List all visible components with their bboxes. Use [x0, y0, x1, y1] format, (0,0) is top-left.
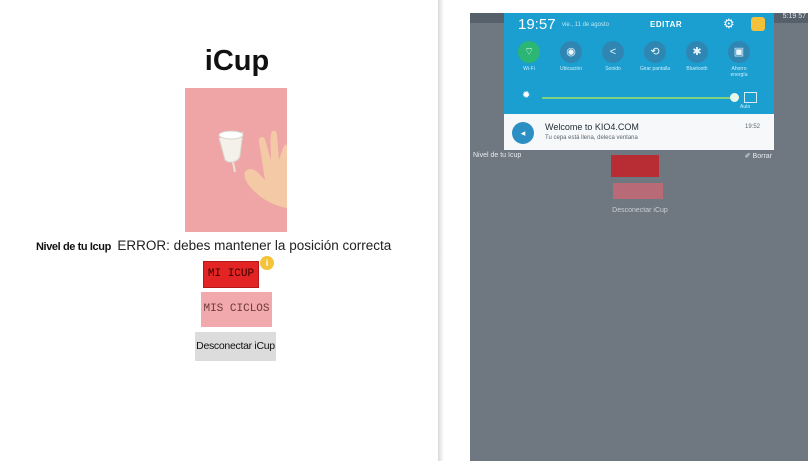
qs-date: vie., 11 de agosto	[562, 22, 609, 28]
panel-divider	[438, 0, 444, 461]
wifi-label: Wi-Fi	[523, 66, 535, 72]
rotate-icon: ⟲	[644, 41, 666, 63]
desconectar-icup-button[interactable]: Desconectar iCup	[195, 332, 276, 361]
sound-tile[interactable]: < Sonido	[597, 41, 629, 81]
app-notification-icon: ◂	[512, 122, 534, 144]
user-avatar-icon[interactable]	[751, 17, 765, 31]
power-saving-tile[interactable]: ▣ Ahorro energía	[723, 41, 755, 81]
info-badge-icon: i	[260, 256, 274, 270]
quick-settings-panel: 19:57 vie., 11 de agosto EDITAR ⚙ ⌔ Wi-F…	[504, 13, 774, 114]
rotate-label: Girar pantalla	[639, 66, 670, 72]
mis-ciclos-button[interactable]: MIS CICLOS	[201, 292, 272, 327]
app-title: iCup	[204, 45, 270, 77]
bluetooth-icon: ✱	[686, 41, 708, 63]
power-saving-label: Ahorro energía	[730, 66, 748, 78]
hand-holding-cup-illustration	[185, 88, 287, 232]
background-app-action: ✐ Borrar	[744, 153, 772, 160]
background-mis-ciclos-button	[613, 183, 663, 199]
brightness-slider-handle[interactable]	[730, 93, 739, 102]
wifi-tile[interactable]: ⌔ Wi-Fi	[513, 41, 545, 81]
background-app-label: Nivel de tu Icup	[473, 152, 522, 159]
notification-time: 19:52	[745, 124, 761, 130]
background-desconectar-button: Desconectar iCup	[612, 207, 668, 214]
brightness-slider[interactable]	[542, 97, 734, 99]
qs-edit-button[interactable]: EDITAR	[650, 20, 682, 29]
mi-icup-button[interactable]: MI ICUP	[203, 261, 259, 288]
background-mi-icup-button	[611, 155, 659, 177]
rotate-tile[interactable]: ⟲ Girar pantalla	[639, 41, 671, 81]
notification-card[interactable]: ◂ Welcome to KIO4.COM Tu cepa está llena…	[504, 114, 774, 150]
notification-title: Welcome to KIO4.COM	[545, 122, 639, 132]
auto-brightness-label: Auto	[740, 104, 751, 110]
qs-time: 19:57	[518, 16, 556, 33]
bluetooth-label: Bluetooth	[686, 66, 708, 72]
notification-text: Tu cepa está llena, deleca ventana	[545, 135, 638, 141]
tablet-screen: 5:19 57 Nivel de tu Icup ✐ Borrar Descon…	[470, 13, 808, 461]
level-status-text: ERROR: debes mantener la posición correc…	[117, 238, 392, 253]
level-label: Nivel de tu Icup	[36, 241, 111, 253]
level-row: Nivel de tu Icup ERROR: debes mantener l…	[36, 237, 436, 253]
menstrual-cup-photo	[185, 88, 287, 232]
location-tile[interactable]: ◉ Ubicación	[555, 41, 587, 81]
auto-brightness-checkbox[interactable]	[744, 92, 757, 103]
wifi-icon: ⌔	[518, 41, 540, 63]
power-saving-icon: ▣	[728, 41, 750, 63]
sound-label: Sonido	[605, 66, 621, 72]
bluetooth-tile[interactable]: ✱ Bluetooth	[681, 41, 713, 81]
status-bar-clock: 5:19 57	[782, 13, 806, 20]
settings-gear-icon[interactable]: ⚙	[723, 16, 735, 32]
location-icon: ◉	[560, 41, 582, 63]
location-label: Ubicación	[560, 66, 582, 72]
share-icon: <	[602, 41, 624, 63]
brightness-icon: ✹	[522, 90, 531, 101]
icup-app-screen: iCup Nivel de tu Icup ERROR: debes mante…	[0, 0, 442, 461]
